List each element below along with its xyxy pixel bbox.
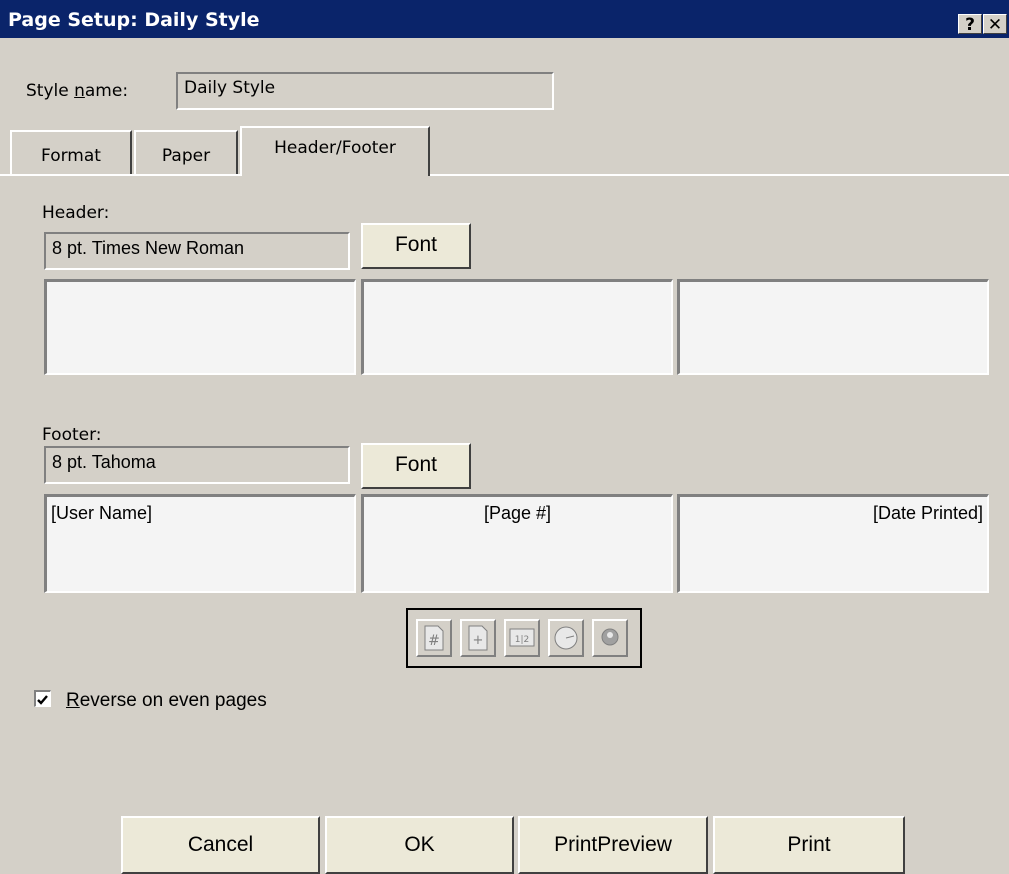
- insert-field-toolbar: # + 1|2: [406, 608, 642, 668]
- date-icon[interactable]: 1|2: [504, 619, 540, 657]
- style-name-label: Style name:: [26, 81, 129, 101]
- header-right-box[interactable]: [677, 279, 989, 375]
- tab-panel-border: [0, 174, 1009, 176]
- reverse-even-pages-label: Reverse on even pages: [66, 690, 267, 711]
- svg-text:#: #: [428, 633, 440, 649]
- header-center-box[interactable]: [361, 279, 673, 375]
- header-label: Header:: [42, 203, 110, 223]
- print-button[interactable]: Print: [713, 816, 905, 874]
- ok-button[interactable]: OK: [325, 816, 514, 874]
- tab-paper[interactable]: Paper: [134, 130, 238, 174]
- tab-format[interactable]: Format: [10, 130, 132, 174]
- header-font-button[interactable]: Font: [361, 223, 471, 269]
- svg-text:+: +: [473, 633, 484, 648]
- footer-font-field: 8 pt. Tahoma: [44, 446, 350, 484]
- window-title: Page Setup: Daily Style: [8, 9, 260, 31]
- footer-left-box[interactable]: [User Name]: [44, 494, 356, 593]
- style-name-field[interactable]: Daily Style: [176, 72, 554, 110]
- svg-text:1|2: 1|2: [515, 635, 529, 645]
- header-left-box[interactable]: [44, 279, 356, 375]
- header-font-field: 8 pt. Times New Roman: [44, 232, 350, 270]
- time-icon[interactable]: [548, 619, 584, 657]
- close-button[interactable]: ✕: [983, 14, 1007, 35]
- page-number-icon[interactable]: #: [416, 619, 452, 657]
- footer-center-box[interactable]: [Page #]: [361, 494, 673, 593]
- footer-right-box[interactable]: [Date Printed]: [677, 494, 989, 593]
- print-preview-button[interactable]: PrintPreview: [518, 816, 708, 874]
- footer-font-button[interactable]: Font: [361, 443, 471, 489]
- footer-label: Footer:: [42, 425, 102, 445]
- cancel-button[interactable]: Cancel: [121, 816, 320, 874]
- title-bar: Page Setup: Daily Style ? ✕: [0, 0, 1009, 38]
- total-pages-icon[interactable]: +: [460, 619, 496, 657]
- tab-header-footer[interactable]: Header/Footer: [240, 126, 430, 176]
- checkmark-icon: [37, 695, 48, 705]
- user-name-icon[interactable]: [592, 619, 628, 657]
- help-button[interactable]: ?: [958, 14, 982, 35]
- reverse-even-pages-checkbox[interactable]: [34, 690, 51, 707]
